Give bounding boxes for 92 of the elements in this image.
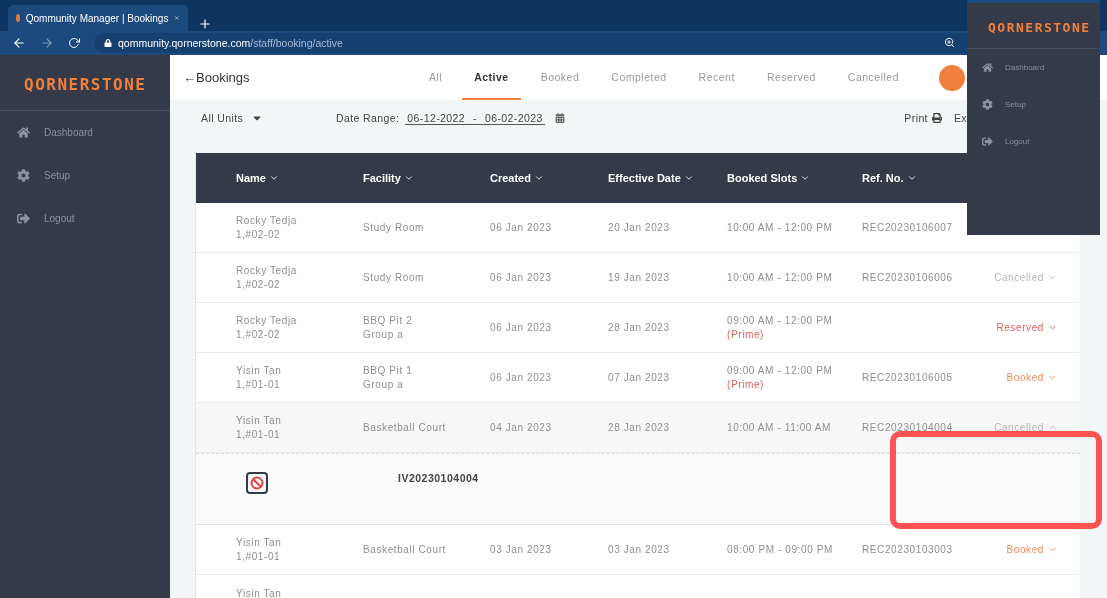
column-header[interactable]: Effective Date	[608, 172, 727, 184]
status-dropdown[interactable]: Booked	[1006, 372, 1058, 383]
column-header[interactable]: Created	[490, 172, 608, 184]
logout-icon	[982, 136, 993, 147]
filter-tab[interactable]: Completed	[599, 55, 679, 100]
reload-icon[interactable]	[68, 37, 80, 49]
calendar-icon[interactable]	[554, 113, 565, 123]
created-cell-text: 03 Jan 2023	[490, 544, 553, 555]
status-dropdown[interactable]: Booked	[1006, 544, 1058, 555]
gear-icon	[17, 169, 30, 182]
status-dropdown[interactable]: Cancelled	[994, 422, 1058, 433]
forward-icon[interactable]	[40, 36, 54, 50]
chevron-down-icon	[403, 173, 414, 183]
sidebar-item[interactable]: Dashboard	[0, 111, 170, 154]
cancel-icon[interactable]	[246, 472, 268, 494]
back-icon[interactable]	[12, 36, 26, 50]
lock-icon	[104, 39, 112, 47]
gear-icon	[982, 99, 993, 110]
sidebar-item[interactable]: Logout	[967, 123, 1100, 160]
chevron-down-icon	[906, 173, 917, 183]
new-tab-icon[interactable]	[198, 17, 212, 31]
created-cell-text: 06 Jan 2023	[490, 222, 553, 233]
facility-cell-text: Study Room	[363, 222, 426, 233]
invoice-number: IV20230104004	[398, 472, 479, 484]
date-range-field[interactable]: 06-12-2022 - 06-02-2023	[405, 111, 545, 125]
zoom-icon[interactable]	[944, 36, 955, 48]
date-range-label: Date Range:	[336, 112, 400, 124]
favicon-icon	[16, 14, 20, 22]
filter-tab[interactable]: Recent	[686, 55, 747, 100]
ref-cell-text: REC20230106005	[862, 372, 954, 383]
filter-tab[interactable]: Cancelled	[835, 55, 912, 100]
effective-date-cell-text: 07 Jan 2023	[608, 372, 671, 383]
column-header[interactable]: Ref. No.	[862, 172, 982, 184]
created-cell-text: 04 Jan 2023	[490, 422, 553, 433]
effective-date-cell-text: 19 Jan 2023	[608, 272, 671, 283]
chevron-down-icon	[800, 173, 811, 183]
back-link[interactable]: ←Bookings	[183, 70, 413, 85]
booking-row[interactable]: Yisin Tan 1,#01-01 Basketball Court 04 Jan 2023 28 Jan 2023 10:00 AM - 11:00 AM REC20230104004 Cancelled	[196, 403, 1080, 453]
home-icon	[982, 62, 993, 73]
filter-tab[interactable]: All	[417, 55, 455, 100]
filter-tab[interactable]: Reserved	[754, 55, 828, 100]
status-dropdown[interactable]: Reserved	[996, 322, 1058, 333]
sidebar-item[interactable]: Setup	[0, 154, 170, 197]
name-cell-text: Yisin Tan	[235, 587, 283, 598]
slot-cell-text: 10:00 AM - 12:00 PM	[727, 222, 834, 233]
facility-cell-text: BBQ Pit 2 Group a	[363, 315, 414, 340]
filter-tab[interactable]: Booked	[528, 55, 592, 100]
export-button[interactable]: Ex	[953, 112, 967, 124]
sidebar-item[interactable]: Logout	[0, 197, 170, 240]
column-header[interactable]: Name	[196, 172, 363, 184]
name-cell-text: Yisin Tan 1,#01-01	[235, 537, 283, 562]
created-cell-text: 06 Jan 2023	[490, 272, 553, 283]
effective-date-cell-text: 28 Jan 2023	[608, 322, 671, 333]
status-dropdown[interactable]: Cancelled	[994, 272, 1058, 283]
name-cell-text: Rocky Tedja 1,#02-02	[235, 265, 298, 290]
column-header[interactable]: Booked Slots	[727, 172, 862, 184]
effective-date-cell-text: 03 Jan 2023	[608, 544, 671, 555]
slot-cell-text: 10:00 AM - 11:00 AM	[727, 422, 833, 433]
print-button[interactable]: Print	[904, 112, 942, 124]
chevron-down-icon	[683, 173, 694, 183]
home-icon	[17, 126, 30, 139]
created-cell-text: 06 Jan 2023	[490, 372, 553, 383]
slot-cell-text: 08:00 PM - 09:00 PM	[727, 544, 834, 555]
name-cell-text: Rocky Tedja 1,#02-02	[235, 315, 298, 340]
slot-cell-text: 10:00 AM - 12:00 PM	[727, 272, 834, 283]
name-cell-text: Rocky Tedja 1,#02-02	[235, 215, 298, 240]
facility-cell-text: Basketball Court	[363, 422, 447, 433]
ref-cell-text: REC20230104004	[862, 422, 954, 433]
units-dropdown[interactable]: All Units	[201, 112, 336, 124]
facility-cell-text: Basketball Court	[363, 544, 447, 555]
logout-icon	[17, 212, 30, 225]
avatar[interactable]	[939, 64, 965, 91]
column-header[interactable]: Facility	[363, 172, 490, 184]
slot-cell-text: 09:00 AM - 12:00 PM (Prime)	[727, 365, 834, 390]
filter-tab[interactable]: Active	[462, 55, 521, 100]
facility-cell-text: BBQ Pit 1 Group a	[363, 365, 414, 390]
effective-date-cell-text: 28 Jan 2023	[608, 422, 671, 433]
name-cell-text: Yisin Tan 1,#01-01	[235, 415, 283, 440]
logo: QORNERSTONE	[967, 3, 1100, 49]
ref-cell-text: REC20230106006	[862, 272, 954, 283]
created-cell-text: 06 Jan 2023	[490, 322, 553, 333]
name-cell-text: Yisin Tan 1,#01-01	[235, 365, 283, 390]
chevron-down-icon	[268, 173, 279, 183]
facility-cell-text: Study Room	[363, 272, 426, 283]
chevron-down-icon	[533, 173, 544, 183]
effective-date-cell-text: 20 Jan 2023	[608, 222, 671, 233]
browser-tab[interactable]: Qommunity Manager | Bookings	[8, 5, 188, 31]
printer-icon	[931, 113, 942, 123]
slot-cell-text: 09:00 AM - 12:00 PM (Prime)	[727, 315, 834, 340]
ref-cell-text: REC20230106007	[862, 222, 954, 233]
sidebar-item[interactable]: Setup	[967, 86, 1100, 123]
ref-cell-text: REC20230103003	[862, 544, 954, 555]
